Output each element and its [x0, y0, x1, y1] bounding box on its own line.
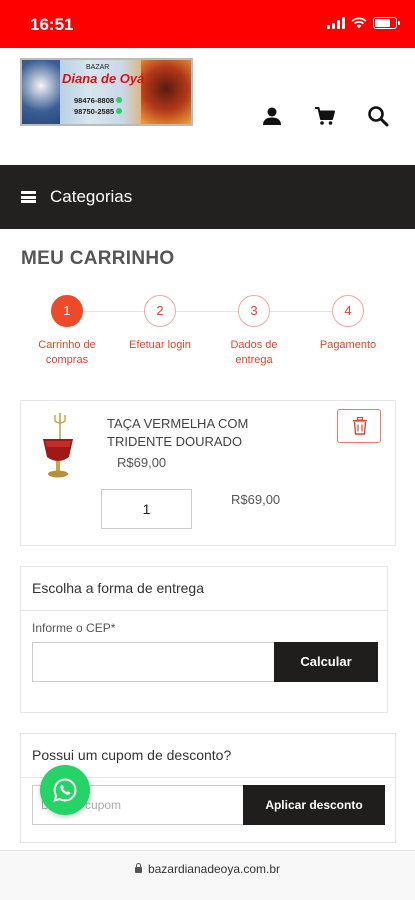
step-4-circle: 4 [332, 295, 364, 327]
logo-figure-right [141, 60, 191, 124]
search-icon[interactable] [366, 104, 390, 128]
whatsapp-dot-icon [116, 97, 123, 103]
page-title: MEU CARRINHO [21, 248, 175, 269]
logo-phone-1: 98476-8808 [74, 96, 123, 105]
step-3-label: Dados de entrega [230, 339, 278, 366]
hamburger-menu-icon[interactable] [21, 191, 36, 203]
signal-icon [327, 17, 345, 29]
categories-label[interactable]: Categorias [50, 187, 132, 207]
whatsapp-button[interactable] [40, 765, 90, 815]
lock-icon [134, 863, 142, 873]
quantity-input[interactable]: 1 [101, 489, 192, 529]
browser-url-bar[interactable]: bazardianadeoya.com.br [0, 850, 415, 900]
product-unit-price: R$69,00 [117, 455, 167, 470]
whatsapp-dot-icon [116, 108, 123, 114]
whatsapp-icon [53, 778, 77, 802]
wifi-icon [351, 17, 367, 29]
shipping-card: Escolha a forma de entrega Informe o CEP… [20, 566, 388, 713]
step-1-circle: 1 [51, 295, 83, 327]
logo-small-text: BAZAR [86, 64, 110, 71]
status-icons [327, 17, 400, 29]
site-logo[interactable]: BAZAR Diana de Oyá 98476-8808 98750-2585 [20, 58, 193, 126]
step-2-label: Efetuar login [129, 339, 191, 351]
cart-item-card: TAÇA VERMELHA COM TRIDENTE DOURADO R$69,… [20, 400, 396, 546]
user-icon[interactable] [260, 104, 284, 128]
apply-coupon-button[interactable]: Aplicar desconto [243, 785, 385, 825]
url-value: bazardianadeoya.com.br [147, 862, 281, 876]
logo-figure-left [22, 60, 60, 124]
shipping-heading: Escolha a forma de entrega [21, 567, 387, 611]
steps-connector-line [67, 311, 347, 312]
step-4-label: Pagamento [319, 339, 377, 351]
trash-icon [353, 417, 367, 435]
logo-phone-2: 98750-2585 [74, 107, 123, 116]
categories-menu-bar[interactable]: Categorias [0, 165, 415, 229]
site-header: BAZAR Diana de Oyá 98476-8808 98750-2585 [0, 48, 415, 165]
status-bar: 16:51 [0, 0, 415, 48]
product-image[interactable] [35, 411, 81, 483]
logo-brand: Diana de Oyá [62, 71, 145, 86]
battery-icon [373, 17, 400, 29]
calculate-shipping-button[interactable]: Calcular [274, 642, 378, 682]
step-2-circle: 2 [144, 295, 176, 327]
status-time: 16:51 [30, 15, 74, 34]
url-text[interactable]: bazardianadeoya.com.br [0, 862, 415, 876]
product-name[interactable]: TAÇA VERMELHA COM TRIDENTE DOURADO [107, 415, 307, 451]
step-3-circle: 3 [238, 295, 270, 327]
cep-label: Informe o CEP* [32, 621, 116, 635]
remove-item-button[interactable] [337, 409, 381, 443]
step-1-label: Carrinho de compras [38, 339, 96, 366]
item-subtotal: R$69,00 [231, 492, 281, 507]
cep-input[interactable] [32, 642, 275, 682]
cart-icon[interactable] [313, 104, 337, 128]
